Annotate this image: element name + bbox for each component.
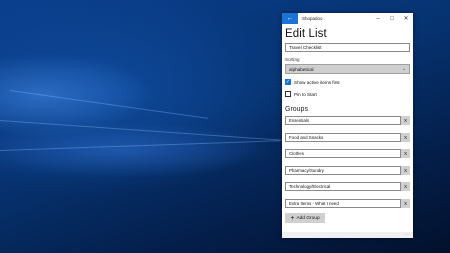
list-name-input[interactable]: Travel Checklist [285,43,410,52]
group-row: Clothes X [285,149,410,158]
group-name-input[interactable]: Essentials [285,116,401,125]
pin-to-start-option[interactable]: Pin to Start [285,90,410,98]
group-name-input[interactable]: Extra Items - What I need [285,198,401,208]
maximize-button[interactable]: □ [385,13,399,24]
checkmark-icon: ✓ [285,79,291,85]
add-group-button[interactable]: + Add Group [285,213,325,223]
minimize-button[interactable]: – [371,13,385,24]
pin-to-start-label: Pin to Start [294,91,317,97]
close-button[interactable]: ✕ [399,13,413,24]
chevron-down-icon: ⌄ [401,66,406,72]
page-title: Edit List [285,28,327,40]
delete-group-button[interactable]: X [401,182,410,191]
show-active-first-checkbox[interactable]: ✓ [285,79,291,85]
group-row: Extra Items - What I need X [285,198,410,208]
delete-group-button[interactable]: X [401,165,410,175]
group-row: Pharmacy/Sundry X [285,165,410,175]
back-arrow-icon: ← [286,15,294,22]
plus-icon: + [290,214,295,222]
delete-group-button[interactable]: X [401,116,410,125]
wallpaper-light-beam [0,120,300,142]
sorting-label: Sorting [285,57,300,62]
wallpaper-light-beam [9,90,209,119]
group-row: Food and Snacks X [285,132,410,142]
more-options-icon[interactable]: ··· [405,232,411,237]
close-icon: ✕ [403,16,409,22]
group-row: Technology/Electrical X [285,182,410,191]
show-active-first-label: Show active items first [294,79,340,85]
pin-to-start-checkbox[interactable] [285,91,291,97]
group-row: Essentials X [285,116,410,125]
edit-list-content: Edit List Travel Checklist Sorting alpha… [282,24,413,223]
delete-group-button[interactable]: X [401,132,410,142]
app-window: ← Shopadoo – □ ✕ Edit List Travel Checkl… [282,13,413,238]
group-name-input[interactable]: Food and Snacks [285,132,401,142]
maximize-icon: □ [390,15,394,22]
show-active-first-option[interactable]: ✓ Show active items first [285,78,410,86]
group-name-input[interactable]: Technology/Electrical [285,182,401,191]
bottom-app-bar: ··· [282,232,413,238]
groups-heading: Groups [285,106,308,113]
sorting-select[interactable]: alphabetical ⌄ [285,64,410,74]
add-group-label: Add Group [296,215,320,221]
group-name-input[interactable]: Pharmacy/Sundry [285,165,401,175]
delete-group-button[interactable]: X [401,149,410,158]
group-name-input[interactable]: Clothes [285,149,401,158]
wallpaper-light-beam [0,140,280,151]
minimize-icon: – [376,15,380,22]
back-button[interactable]: ← [282,13,298,24]
app-title: Shopadoo [302,16,323,21]
title-bar: ← Shopadoo – □ ✕ [282,13,413,24]
sorting-selected-value: alphabetical [289,66,314,72]
delete-group-button[interactable]: X [401,198,410,208]
window-controls: – □ ✕ [371,13,413,24]
